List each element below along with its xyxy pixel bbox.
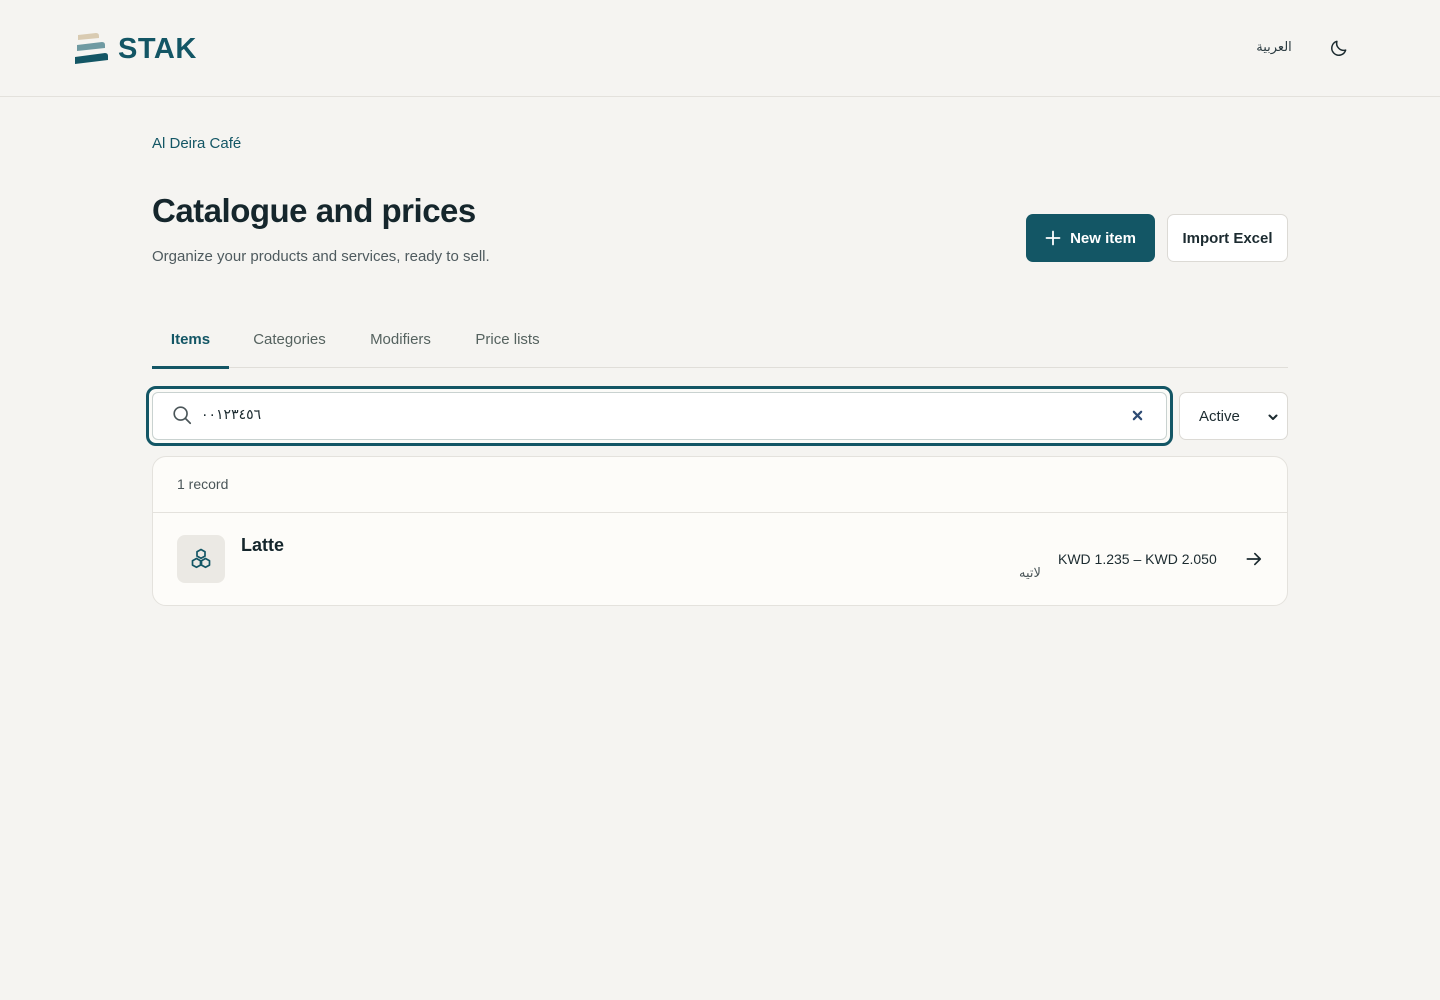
list-item[interactable]: Latte لاتيه KWD 1.235 – KWD 2.050 [153,513,1287,605]
language-switch-link[interactable]: العربية [1244,37,1304,59]
tab-price-lists[interactable]: Price lists [466,320,549,368]
status-filter-select[interactable]: Active [1179,392,1288,440]
item-name-arabic: لاتيه [1019,566,1041,581]
item-thumbnail [177,535,225,583]
theme-toggle-button[interactable] [1326,35,1352,61]
new-item-button[interactable]: New item [1026,214,1155,262]
logo-mark-icon [75,33,108,64]
item-price-range: KWD 1.235 – KWD 2.050 [1058,551,1217,567]
import-excel-button[interactable]: Import Excel [1167,214,1288,262]
results-card: 1 record Latte لاتيه KWD 1.235 – KWD 2.0… [152,456,1288,606]
page-title: Catalogue and prices [152,192,476,229]
status-filter-value: Active [1199,407,1240,425]
arrow-right-icon[interactable] [1244,549,1264,569]
logo-text: STAK [118,32,197,65]
moon-icon [1331,40,1347,56]
search-input[interactable] [201,401,1101,429]
cubes-icon [191,548,211,569]
page-subtitle: Organize your products and services, rea… [152,248,490,265]
clear-search-button[interactable] [1128,406,1146,424]
tab-items[interactable]: Items [152,320,229,369]
tab-categories[interactable]: Categories [244,320,335,368]
new-item-label: New item [1070,229,1136,247]
results-count: 1 record [177,476,229,492]
breadcrumb-store-link[interactable]: Al Deira Café [152,135,241,152]
close-icon [1132,410,1142,420]
catalogue-tabs: Items Categories Modifiers Price lists [152,320,1288,369]
app-logo[interactable]: STAK [74,31,197,67]
search-icon [173,406,192,425]
top-bar: STAK العربية [0,0,1440,97]
chevron-down-icon [1268,414,1278,420]
tab-modifiers[interactable]: Modifiers [359,320,442,368]
search-field-focus-ring [146,386,1173,446]
plus-icon [1045,230,1061,246]
item-name: Latte [241,535,285,555]
search-field [152,392,1167,440]
